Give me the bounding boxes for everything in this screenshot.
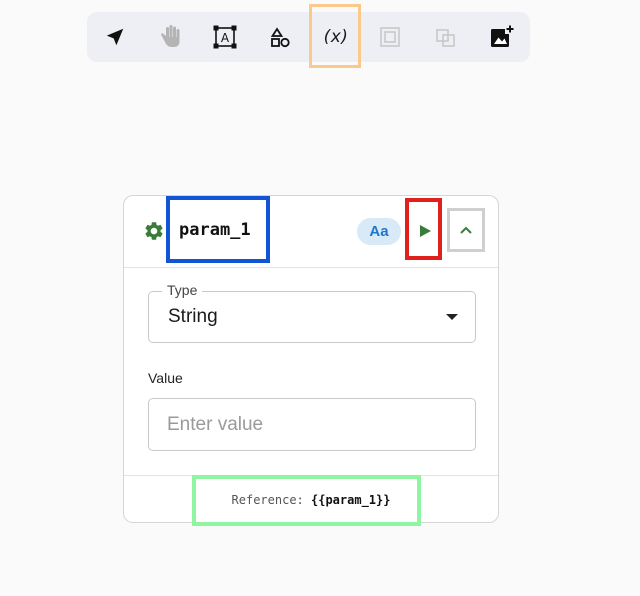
reference-value[interactable]: {{param_1}}	[311, 493, 390, 507]
type-selected-value: String	[168, 306, 218, 327]
value-input[interactable]	[148, 398, 476, 451]
type-badge: Aa	[357, 218, 401, 245]
select-tool-button[interactable]	[99, 21, 131, 53]
add-image-tool-button[interactable]	[486, 21, 518, 53]
variable-tool-button[interactable]: (x)	[320, 21, 352, 53]
type-select[interactable]: Type String	[148, 282, 476, 343]
ungroup-tool-button[interactable]	[430, 21, 462, 53]
reference-text: Reference: {{param_1}}	[124, 493, 498, 507]
parameter-card: param_1 Aa Type String Value Reference: …	[123, 195, 499, 523]
chevron-up-icon	[460, 226, 472, 234]
navigation-arrow-icon	[106, 28, 124, 46]
hand-icon	[161, 25, 180, 47]
reference-label: Reference:	[231, 493, 304, 507]
text-box-icon: A	[213, 25, 237, 49]
add-image-icon	[491, 24, 515, 47]
variable-icon: (x)	[323, 27, 349, 47]
gear-icon[interactable]	[143, 220, 165, 242]
value-label: Value	[148, 370, 183, 386]
card-divider	[124, 475, 498, 476]
play-icon	[420, 225, 431, 237]
collapse-button[interactable]	[452, 214, 480, 246]
pan-tool-button[interactable]	[155, 21, 187, 53]
caret-down-icon	[446, 314, 458, 320]
text-tool-button[interactable]: A	[209, 21, 241, 53]
shapes-tool-button[interactable]	[264, 21, 296, 53]
run-button[interactable]	[412, 218, 438, 244]
text-tool-glyph: A	[221, 31, 230, 45]
type-label: Type	[162, 282, 203, 298]
shapes-icon	[270, 27, 290, 48]
group-tool-button[interactable]	[374, 21, 406, 53]
toolbar: A (x)	[87, 12, 530, 62]
parameter-name[interactable]: param_1	[179, 220, 251, 240]
ungroup-icon	[436, 29, 455, 47]
group-icon	[380, 27, 400, 47]
parameter-card-header: param_1 Aa	[124, 196, 498, 268]
